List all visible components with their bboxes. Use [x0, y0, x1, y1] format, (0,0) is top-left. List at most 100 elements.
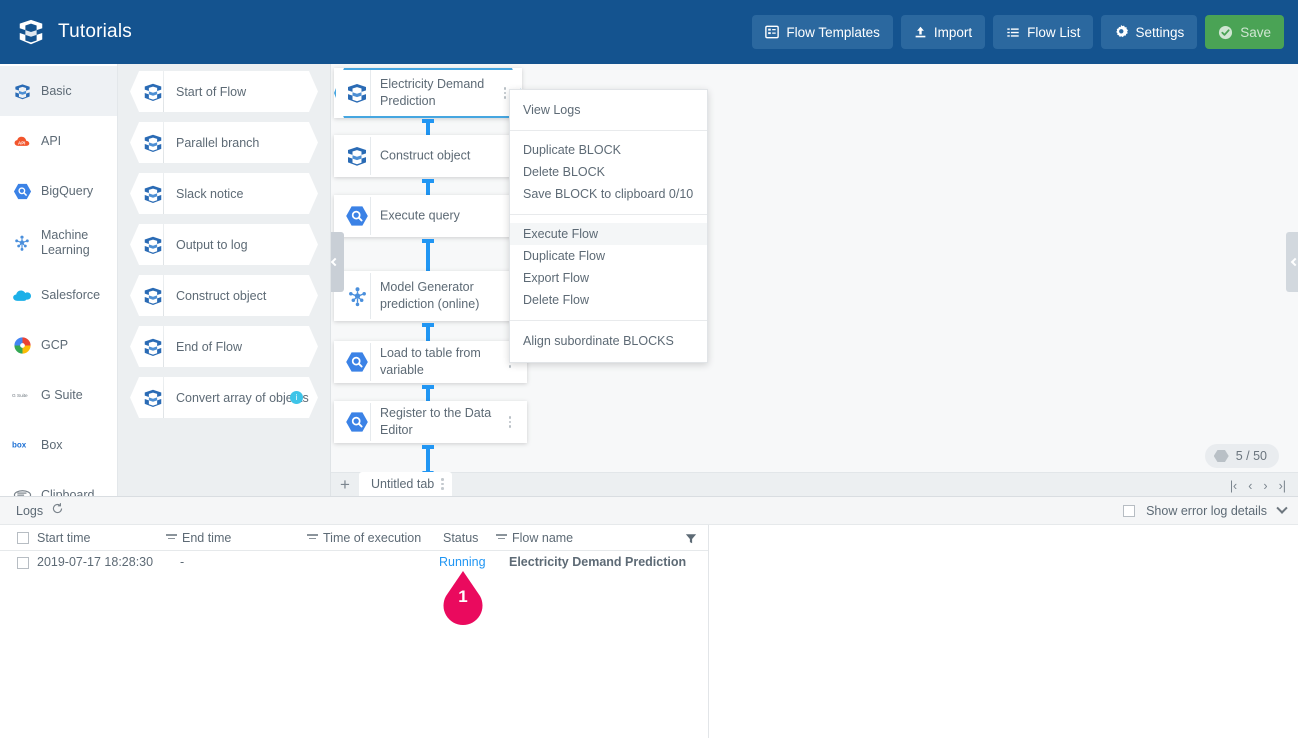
- table-row[interactable]: 2019-07-17 18:28:30 - Running Electricit…: [0, 551, 708, 575]
- row-checkbox[interactable]: [17, 557, 29, 569]
- block-count-label: 5 / 50: [1235, 449, 1267, 463]
- context-menu-group: View Logs: [510, 90, 707, 130]
- cell-start-time: 2019-07-17 18:28:30: [37, 555, 154, 569]
- logs-toolbar: Logs Show error log details: [0, 497, 1298, 525]
- sort-icon: [307, 534, 318, 541]
- context-menu-group: Align subordinate BLOCKS: [510, 320, 707, 362]
- palette-item-start-of-flow[interactable]: Start of Flow: [130, 71, 320, 112]
- flow-block-label: Electricity Demand Prediction: [380, 77, 485, 108]
- column-header-label: Status: [443, 530, 479, 545]
- column-header-end-time[interactable]: End time: [166, 531, 231, 545]
- context-menu-item-delete-flow[interactable]: Delete Flow: [510, 289, 707, 311]
- sidebar-item-basic[interactable]: Basic: [0, 66, 117, 116]
- settings-button[interactable]: Settings: [1101, 15, 1198, 49]
- context-menu-item-export-flow[interactable]: Export Flow: [510, 267, 707, 289]
- column-header-start-time[interactable]: Start time: [37, 531, 91, 545]
- save-label: Save: [1240, 24, 1271, 40]
- block-palette: Start of Flow Parallel branch Slack noti…: [118, 64, 331, 496]
- app-root: Tutorials Flow Templates Import Flow Lis…: [0, 0, 1298, 738]
- bigquery-icon: [345, 204, 369, 228]
- svg-text:G Suite: G Suite: [12, 393, 28, 398]
- column-header-status[interactable]: Status: [443, 531, 478, 545]
- flow-templates-button[interactable]: Flow Templates: [752, 15, 893, 49]
- flow-canvas[interactable]: Electricity Demand Prediction Construct …: [331, 64, 1298, 496]
- sidebar-item-label: Basic: [41, 83, 72, 98]
- collapse-right-panel-handle[interactable]: [1286, 232, 1298, 292]
- palette-item-label: Start of Flow: [176, 84, 247, 99]
- block-context-menu[interactable]: View Logs Duplicate BLOCK Delete BLOCK S…: [509, 89, 708, 363]
- sidebar-item-api[interactable]: API API: [0, 116, 117, 166]
- next-page-button[interactable]: ›: [1263, 479, 1267, 493]
- context-menu-item-align-subordinate-blocks[interactable]: Align subordinate BLOCKS: [510, 330, 707, 352]
- sidebar-item-salesforce[interactable]: Salesforce: [0, 270, 117, 320]
- flow-block-load-to-table-from-variable[interactable]: Load to table from variable: [334, 341, 527, 383]
- context-menu-item-delete-block[interactable]: Delete BLOCK: [510, 161, 707, 183]
- collapse-palette-handle[interactable]: [331, 232, 344, 292]
- flow-block-execute-query[interactable]: Execute query: [334, 195, 522, 237]
- palette-item-slack-notice[interactable]: Slack notice: [130, 173, 320, 214]
- svg-text:API: API: [18, 140, 25, 145]
- canvas-tab-bar: + Untitled tab |‹ ‹ › ›|: [331, 472, 1298, 496]
- palette-item-output-to-log[interactable]: Output to log: [130, 224, 320, 265]
- settings-label: Settings: [1135, 24, 1185, 40]
- logs-toolbar-right: Show error log details: [1123, 497, 1288, 525]
- filter-icon[interactable]: [685, 532, 697, 550]
- palette-item-convert-array-of-objects[interactable]: Convert array of objects i: [130, 377, 320, 418]
- info-badge-icon[interactable]: i: [290, 391, 303, 404]
- flow-block-register-to-the-data-editor[interactable]: Register to the Data Editor: [334, 401, 527, 443]
- context-menu-item-save-block-to-clipboard[interactable]: Save BLOCK to clipboard 0/10: [510, 183, 707, 205]
- gear-icon: [1114, 25, 1129, 39]
- palette-item-parallel-branch[interactable]: Parallel branch: [130, 122, 320, 163]
- flow-list-button[interactable]: Flow List: [993, 15, 1094, 49]
- last-page-button[interactable]: ›|: [1279, 479, 1286, 493]
- prev-page-button[interactable]: ‹: [1248, 479, 1252, 493]
- sidebar-item-gcp[interactable]: GCP: [0, 320, 117, 370]
- flow-connector: [422, 445, 434, 478]
- sidebar-item-label: GCP: [41, 337, 69, 352]
- tab-menu-button[interactable]: [441, 478, 444, 490]
- palette-item-construct-object[interactable]: Construct object: [130, 275, 320, 316]
- flow-block-electricity-demand-prediction[interactable]: Electricity Demand Prediction: [334, 68, 522, 118]
- sidebar-item-g-suite[interactable]: G Suite G Suite: [0, 370, 117, 420]
- category-sidebar: Basic API API BigQuery Machine Learning …: [0, 64, 118, 502]
- brand: Tutorials: [0, 17, 132, 47]
- chevron-left-icon: [331, 257, 340, 267]
- import-button[interactable]: Import: [900, 15, 986, 49]
- sidebar-item-bigquery[interactable]: BigQuery: [0, 166, 117, 216]
- hexagon-icon: [1213, 450, 1229, 462]
- machine-learning-icon: [12, 233, 32, 253]
- flow-block-construct-object[interactable]: Construct object: [334, 135, 522, 177]
- context-menu-item-execute-flow[interactable]: Execute Flow: [510, 223, 707, 245]
- context-menu-item-duplicate-flow[interactable]: Duplicate Flow: [510, 245, 707, 267]
- first-page-button[interactable]: |‹: [1230, 479, 1237, 493]
- palette-item-label: Parallel branch: [176, 135, 260, 150]
- context-menu-item-view-logs[interactable]: View Logs: [510, 99, 707, 121]
- column-header-time-of-execution[interactable]: Time of execution: [307, 531, 421, 545]
- select-all-checkbox[interactable]: [17, 532, 29, 544]
- cube-icon: [142, 81, 164, 103]
- context-menu-item-duplicate-block[interactable]: Duplicate BLOCK: [510, 139, 707, 161]
- column-header-flow-name[interactable]: Flow name: [496, 531, 573, 545]
- show-error-log-details-checkbox[interactable]: [1123, 505, 1136, 517]
- sidebar-item-machine-learning[interactable]: Machine Learning: [0, 216, 117, 270]
- block-menu-button[interactable]: [504, 414, 516, 430]
- save-button[interactable]: Save: [1205, 15, 1284, 49]
- add-tab-button[interactable]: +: [331, 472, 359, 496]
- app-header: Tutorials Flow Templates Import Flow Lis…: [0, 0, 1298, 64]
- flow-block-model-generator-prediction[interactable]: Model Generator prediction (online): [334, 271, 524, 321]
- cell-flow-name: Electricity Demand Prediction: [509, 555, 687, 569]
- cell-status[interactable]: Running: [439, 555, 486, 569]
- refresh-icon[interactable]: [51, 502, 64, 520]
- chevron-down-icon[interactable]: [1276, 502, 1288, 514]
- column-header-label: Time of execution: [323, 530, 422, 545]
- palette-item-label: Construct object: [176, 288, 267, 303]
- import-label: Import: [933, 24, 973, 40]
- bigquery-icon: [345, 410, 369, 434]
- sidebar-item-box[interactable]: box Box: [0, 420, 117, 470]
- palette-item-end-of-flow[interactable]: End of Flow: [130, 326, 320, 367]
- tab-label: Untitled tab: [371, 477, 435, 491]
- machine-learning-icon: [345, 284, 369, 308]
- flow-list-label: Flow List: [1027, 24, 1081, 40]
- salesforce-cloud-icon: [12, 285, 32, 305]
- tab-untitled-tab[interactable]: Untitled tab: [359, 472, 452, 496]
